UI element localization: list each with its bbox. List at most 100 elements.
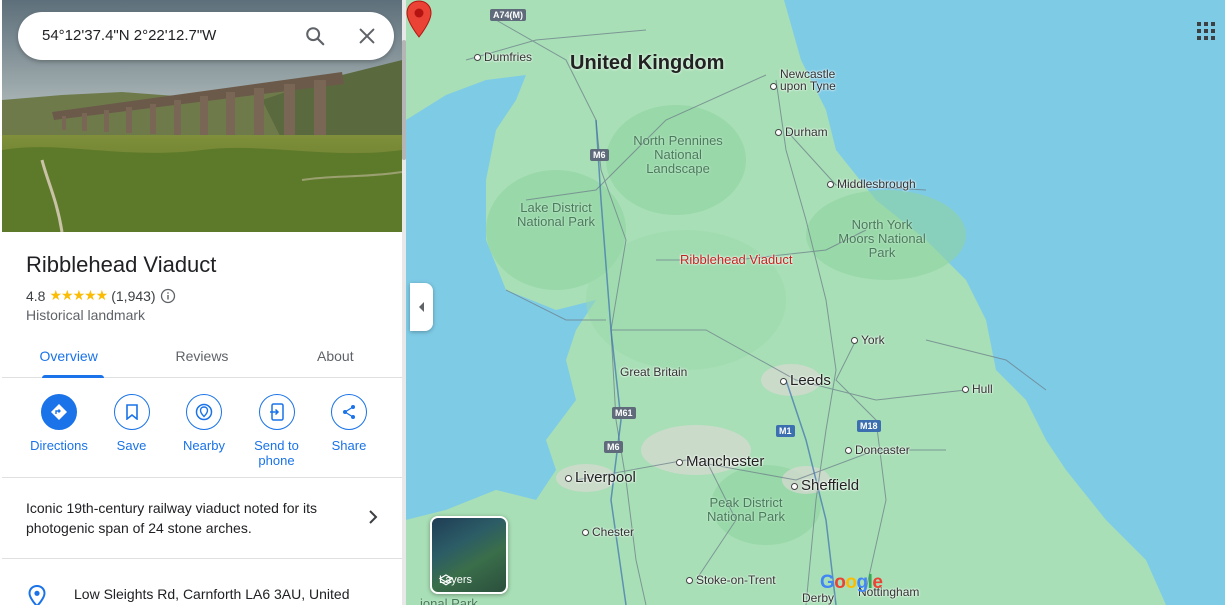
city-label: Stoke-on-Trent <box>696 573 776 587</box>
country-label: United Kingdom <box>570 52 725 74</box>
city-dot-icon <box>791 482 798 490</box>
star-rating-icon: ★★★★★ <box>49 287 108 303</box>
city-hull[interactable]: Hull <box>962 382 993 396</box>
city-dot-icon <box>582 529 589 537</box>
search-icon[interactable] <box>304 25 326 47</box>
road-shield-m61: M61 <box>612 407 636 419</box>
layers-button[interactable]: Layers <box>430 516 508 594</box>
park-peak-district: Peak District National Park <box>706 495 786 524</box>
review-count[interactable]: (1,943) <box>111 288 155 304</box>
city-label: Newcastle upon Tyne <box>780 67 836 93</box>
city-liverpool[interactable]: Liverpool <box>565 469 636 486</box>
city-label: Middlesbrough <box>837 177 916 191</box>
divider <box>2 558 402 559</box>
nearby-icon <box>186 394 222 430</box>
city-label: Dumfries <box>484 50 533 64</box>
city-dot-icon <box>845 447 852 455</box>
save-button[interactable]: Save <box>97 394 167 468</box>
city-label: Manchester <box>686 453 765 470</box>
send-to-phone-icon <box>258 394 295 430</box>
road-shield-a74m: A74(M) <box>490 9 527 21</box>
city-dot-icon <box>780 377 787 385</box>
road-shield-m18: M18 <box>857 420 881 432</box>
city-label: Liverpool <box>575 469 636 486</box>
rating-row[interactable]: 4.8 ★★★★★ (1,943) <box>26 287 176 304</box>
share-button[interactable]: Share <box>314 394 384 468</box>
divider <box>2 477 402 478</box>
city-doncaster[interactable]: Doncaster <box>845 443 910 457</box>
city-dot-icon <box>962 386 969 394</box>
city-leeds[interactable]: Leeds <box>780 372 831 389</box>
city-middlesbrough[interactable]: Middlesbrough <box>827 177 916 191</box>
city-dot-icon <box>775 129 782 137</box>
place-category[interactable]: Historical landmark <box>26 307 145 323</box>
collapse-panel-button[interactable] <box>410 283 433 331</box>
layers-icon <box>439 574 453 586</box>
city-dot-icon <box>474 54 481 62</box>
region-great-britain: Great Britain <box>620 365 688 379</box>
city-label: Leeds <box>790 372 831 389</box>
directions-label: Directions <box>30 438 88 453</box>
tab-overview[interactable]: Overview <box>2 338 135 378</box>
pin-label[interactable]: Ribblehead Viaduct <box>680 252 793 267</box>
park-north-pennines: North Pennines National Landscape <box>633 133 723 176</box>
bookmark-icon <box>113 394 150 430</box>
city-york[interactable]: York <box>851 333 885 347</box>
city-label: Chester <box>592 525 635 539</box>
city-dot-icon <box>686 577 693 585</box>
city-durham[interactable]: Durham <box>775 125 828 139</box>
city-stoke[interactable]: Stoke-on-Trent <box>686 573 776 587</box>
city-sheffield[interactable]: Sheffield <box>791 477 859 494</box>
city-label: Durham <box>785 125 828 139</box>
info-icon[interactable] <box>160 288 176 304</box>
city-label: Sheffield <box>801 477 860 494</box>
city-label: York <box>861 333 885 347</box>
share-icon <box>331 394 367 430</box>
rating-value: 4.8 <box>26 287 46 304</box>
park-north-york-moors: North York Moors National Park <box>838 217 926 260</box>
nearby-button[interactable]: Nearby <box>169 394 239 468</box>
city-dot-icon <box>827 181 834 189</box>
app-root: United Kingdom Dumfries Newcastle upon T… <box>0 0 1225 605</box>
park-cut-off: ional Park <box>420 596 478 605</box>
directions-button[interactable]: Directions <box>24 394 94 468</box>
place-description[interactable]: Iconic 19th-century railway viaduct note… <box>26 498 346 538</box>
directions-icon <box>41 394 77 430</box>
tab-reviews[interactable]: Reviews <box>135 338 268 377</box>
place-tabs: Overview Reviews About <box>2 338 402 378</box>
city-dot-icon <box>770 83 777 91</box>
city-dumfries[interactable]: Dumfries <box>474 50 532 64</box>
send-to-phone-label: Send to phone <box>254 438 299 468</box>
road-shield-m6: M6 <box>590 149 609 161</box>
apps-grid-icon[interactable] <box>1197 22 1215 40</box>
chevron-right-icon[interactable] <box>366 510 380 524</box>
search-box[interactable]: 54°12'37.4"N 2°22'12.7"W <box>18 12 394 60</box>
close-icon[interactable] <box>356 25 378 47</box>
search-input[interactable]: 54°12'37.4"N 2°22'12.7"W <box>42 27 216 44</box>
action-buttons: Directions Save Nearby Send to phone Sha… <box>24 394 384 468</box>
city-label: Doncaster <box>855 443 910 457</box>
park-lake-district: Lake District National Park <box>516 200 596 229</box>
road-shield-m1: M1 <box>776 425 795 437</box>
city-newcastle[interactable]: Newcastle upon Tyne <box>770 68 846 92</box>
panel-scrollbar-thumb[interactable] <box>402 40 406 160</box>
city-label: Hull <box>972 382 993 396</box>
city-manchester[interactable]: Manchester <box>676 453 764 470</box>
location-pin-icon[interactable] <box>406 0 432 38</box>
place-panel: 54°12'37.4"N 2°22'12.7"W Ribblehead Viad… <box>0 0 406 605</box>
place-title: Ribblehead Viaduct <box>26 252 217 277</box>
share-label: Share <box>331 438 367 453</box>
map-canvas[interactable]: United Kingdom Dumfries Newcastle upon T… <box>406 0 1225 605</box>
caret-left-icon <box>418 302 424 312</box>
city-dot-icon <box>676 458 683 466</box>
google-logo: Google <box>820 572 883 593</box>
city-chester[interactable]: Chester <box>582 525 634 539</box>
layers-label-row: Layers <box>439 574 472 586</box>
road-shield-m6-south: M6 <box>604 441 623 453</box>
city-dot-icon <box>851 337 858 345</box>
location-marker-icon <box>28 585 46 605</box>
city-dot-icon <box>565 474 572 482</box>
place-address[interactable]: Low Sleights Rd, Carnforth LA6 3AU, Unit… <box>74 586 349 602</box>
tab-about[interactable]: About <box>269 338 402 377</box>
send-to-phone-button[interactable]: Send to phone <box>242 394 312 468</box>
